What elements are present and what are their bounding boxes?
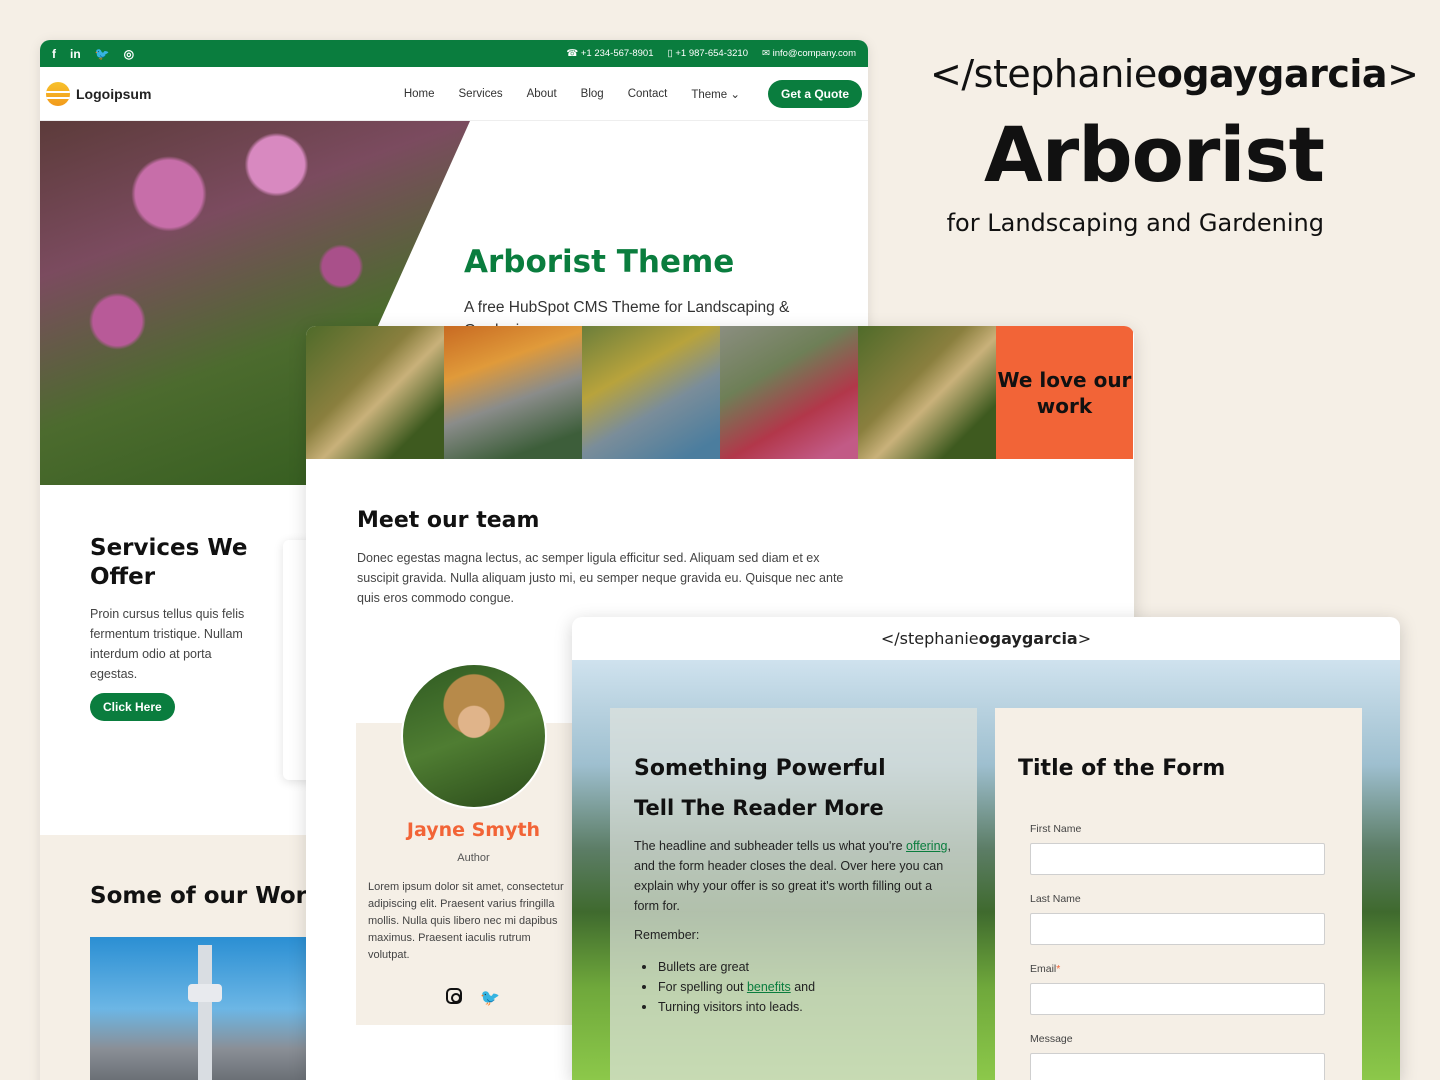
email-label: Email* — [1030, 963, 1061, 975]
linkedin-icon[interactable]: in — [70, 47, 81, 61]
services-text: Proin cursus tellus quis felis fermentum… — [90, 607, 245, 681]
social-links: f in 🐦 ◎ — [52, 47, 134, 61]
nav-theme[interactable]: Theme ⌄ — [691, 87, 740, 101]
list-item: For spelling out benefits and — [634, 977, 954, 997]
site-logo[interactable]: Logoipsum — [46, 81, 151, 106]
site-navbar: Logoipsum Home Services About Blog Conta… — [40, 67, 868, 121]
form-page-card: </stephanie ogaygarcia > Something Powerfu… — [572, 617, 1400, 1080]
remember-label: Remember: — [634, 928, 700, 942]
first-name-label: First Name — [1030, 823, 1082, 835]
member-bio: Lorem ipsum dolor sit amet, consectetur … — [368, 881, 564, 962]
benefits-link[interactable]: benefits — [747, 980, 791, 994]
message-field[interactable] — [1030, 1053, 1325, 1080]
nav-blog[interactable]: Blog — [581, 88, 604, 100]
member-name: Jayne Smyth — [406, 819, 541, 841]
click-here-button[interactable]: Click Here — [90, 693, 175, 721]
nav-services[interactable]: Services — [459, 88, 503, 100]
offer-subheadline: Tell The Reader More — [634, 796, 884, 820]
twitter-icon[interactable]: 🐦 — [480, 988, 500, 1008]
gallery-image-garden-path[interactable] — [306, 326, 444, 459]
main-nav: Home Services About Blog Contact Theme ⌄… — [404, 79, 862, 108]
first-name-field[interactable] — [1030, 843, 1325, 875]
gallery-image-flowers[interactable] — [720, 326, 858, 459]
nav-home[interactable]: Home — [404, 88, 435, 100]
brand-handle: </stephanieogaygarcia> — [930, 52, 1419, 96]
member-social: 🐦 — [446, 988, 500, 1008]
gallery-image-waterfall[interactable] — [444, 326, 582, 459]
offer-body: The headline and subheader tells us what… — [634, 839, 951, 913]
instagram-icon[interactable]: ◎ — [124, 47, 134, 61]
last-name-field[interactable] — [1030, 913, 1325, 945]
services-heading: Services We Offer — [90, 535, 248, 590]
offering-link[interactable]: offering — [906, 839, 947, 853]
chevron-down-icon: ⌄ — [730, 88, 740, 101]
gallery-strip: We love our work — [306, 326, 1134, 459]
nav-contact[interactable]: Contact — [628, 88, 668, 100]
brand-title: Arborist — [983, 110, 1325, 199]
twitter-icon[interactable]: 🐦 — [95, 47, 110, 61]
last-name-label: Last Name — [1030, 893, 1081, 905]
form-title: Title of the Form — [1018, 756, 1226, 781]
facebook-icon[interactable]: f — [52, 47, 56, 61]
top-bar: f in 🐦 ◎ ☎ +1 234-567-8901 ▯ +1 987-654-… — [40, 40, 868, 67]
gallery-image-rock-garden[interactable] — [582, 326, 720, 459]
hero-title: Arborist Theme — [464, 244, 735, 280]
tower-pod-shape — [188, 984, 222, 1002]
nav-about[interactable]: About — [527, 88, 557, 100]
member-avatar — [401, 663, 547, 809]
form-page-header: </stephanie ogaygarcia > — [880, 629, 1092, 648]
email-field[interactable] — [1030, 983, 1325, 1015]
benefits-list: Bullets are great For spelling out benef… — [634, 957, 954, 1017]
brand-subtitle: for Landscaping and Gardening — [946, 209, 1324, 237]
offer-headline: Something Powerful — [634, 756, 886, 781]
email-link[interactable]: ✉ info@company.com — [762, 48, 856, 59]
team-heading: Meet our team — [357, 508, 540, 533]
gallery-image-garden-path-2[interactable] — [858, 326, 996, 459]
list-item: Bullets are great — [634, 957, 954, 977]
team-intro: Donec egestas magna lectus, ac semper li… — [357, 551, 844, 605]
logo-icon — [46, 81, 70, 106]
work-heading: Some of our Work — [90, 883, 323, 909]
branding: </stephanieogaygarcia> Arborist for Land… — [930, 52, 1419, 237]
required-asterisk: * — [1056, 963, 1061, 975]
instagram-icon[interactable] — [446, 988, 462, 1004]
message-label: Message — [1030, 1033, 1073, 1045]
list-item: Turning visitors into leads. — [634, 997, 954, 1017]
get-quote-button[interactable]: Get a Quote — [767, 79, 862, 108]
we-love-our-work-badge: We love our work — [996, 326, 1133, 459]
phone-1[interactable]: ☎ +1 234-567-8901 — [566, 48, 653, 59]
member-role: Author — [457, 852, 490, 864]
contact-info: ☎ +1 234-567-8901 ▯ +1 987-654-3210 ✉ in… — [566, 48, 856, 59]
tower-shape — [198, 945, 212, 1080]
phone-2[interactable]: ▯ +1 987-654-3210 — [667, 48, 748, 59]
